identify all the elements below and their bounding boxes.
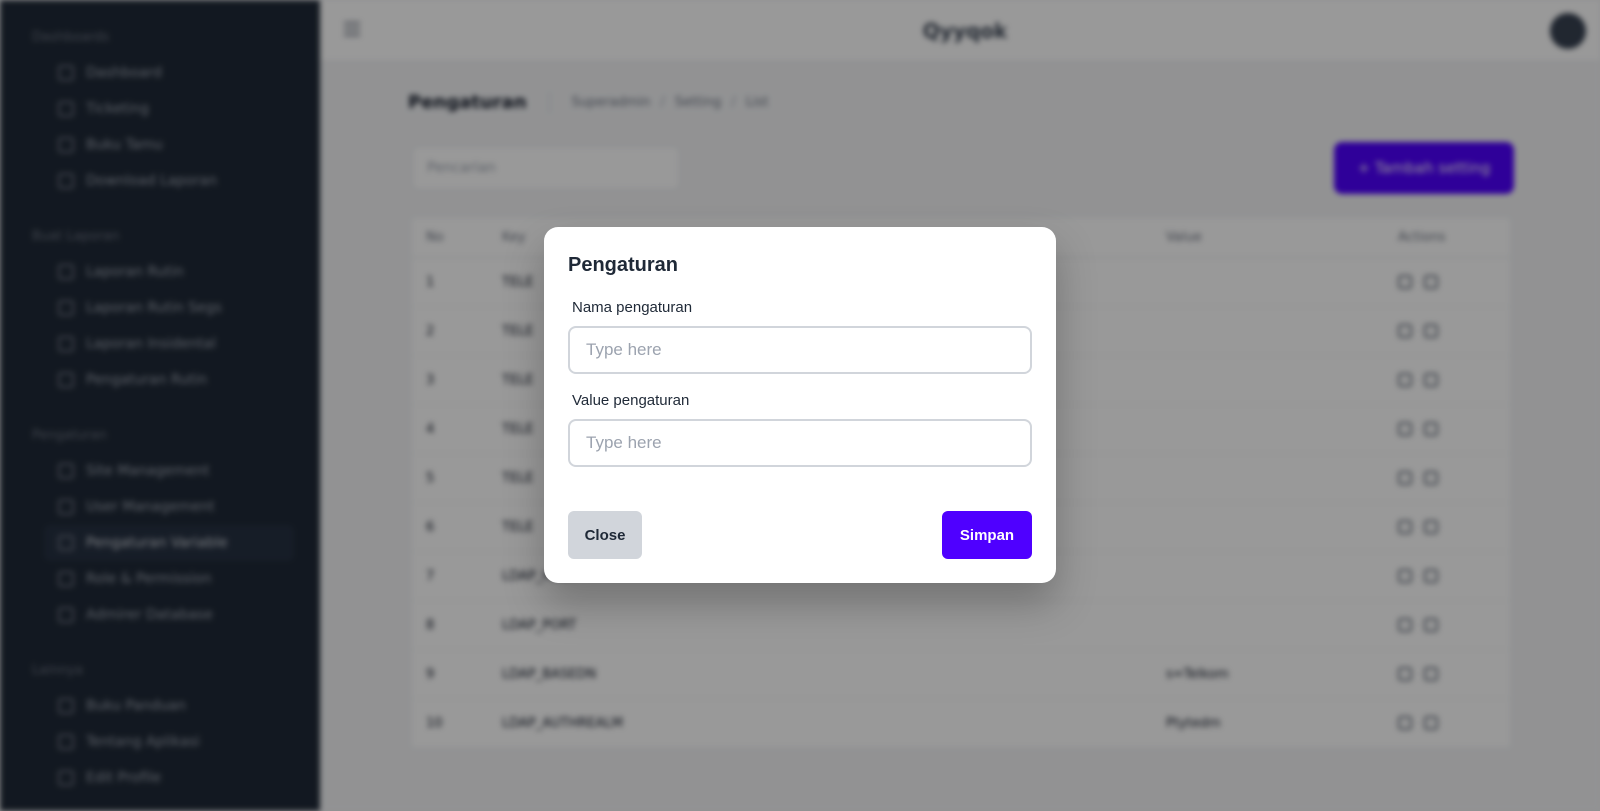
settings-modal: Pengaturan Nama pengaturan Value pengatu…: [544, 227, 1056, 583]
value-label: Value pengaturan: [572, 392, 690, 409]
save-button[interactable]: Simpan: [942, 511, 1032, 559]
modal-actions: Close Simpan: [568, 511, 1032, 559]
name-label: Nama pengaturan: [572, 299, 693, 316]
name-input[interactable]: [568, 326, 1032, 374]
close-button[interactable]: Close: [568, 511, 642, 559]
value-input[interactable]: [568, 419, 1032, 467]
modal-title: Pengaturan: [568, 254, 679, 276]
